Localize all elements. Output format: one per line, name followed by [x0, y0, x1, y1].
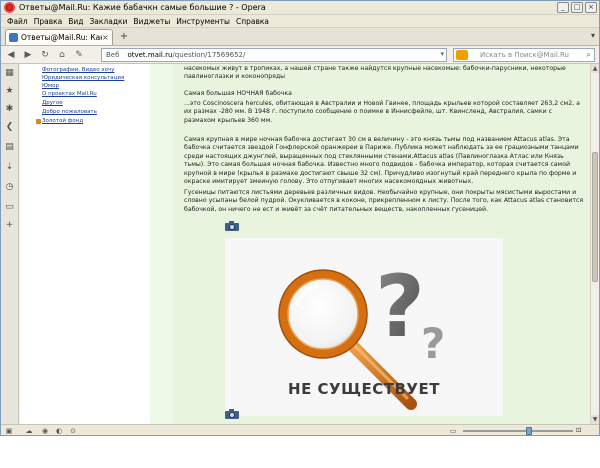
menu-view[interactable]: Вид	[68, 17, 83, 26]
scroll-down-icon[interactable]: ▼	[591, 415, 599, 424]
window-controls: _ □ ×	[557, 2, 597, 13]
menu-edit[interactable]: Правка	[34, 17, 63, 26]
menu-bar: Файл Правка Вид Закладки Виджеты Инструм…	[1, 15, 599, 28]
zoom-slider-track[interactable]	[463, 430, 573, 432]
answer-paragraph-0: насекомых живут в тропиках, а нашей стра…	[184, 65, 566, 81]
close-button[interactable]: ×	[585, 2, 597, 13]
tab-active[interactable]: Ответы@Mail.Ru: Какн... ×	[5, 29, 113, 45]
svg-text:?: ?	[375, 257, 425, 357]
sidebar-link-other[interactable]: Другое	[42, 100, 63, 106]
menu-file[interactable]: Файл	[7, 17, 28, 26]
address-toolbar: ◀ ▶ ↻ ⌂ ✎ Веб otvet.mail.ru/question/175…	[1, 46, 599, 64]
back-icon[interactable]: ◀	[4, 48, 18, 62]
menu-bookmarks[interactable]: Закладки	[90, 17, 128, 26]
minimize-button[interactable]: _	[557, 2, 569, 13]
tab-bar: Ответы@Mail.Ru: Какн... × + ▾	[1, 28, 599, 46]
answer-text-column: насекомых живут в тропиках, а нашей стра…	[174, 64, 590, 424]
address-dropdown-icon[interactable]: ▾	[440, 50, 444, 58]
downloads-icon[interactable]: ⇣	[4, 162, 15, 173]
menu-help[interactable]: Справка	[236, 17, 269, 26]
menu-widgets[interactable]: Виджеты	[133, 17, 170, 26]
answer-paragraph-3: Гусеницы питаются листьями деревьев разл…	[184, 189, 584, 213]
zoom-slider-knob[interactable]	[526, 427, 532, 435]
answer-paragraph-2: Самая крупная в мире ночная бабочка дост…	[184, 136, 579, 186]
view-icon[interactable]: ▭	[449, 427, 457, 435]
sidebar-link-welcome[interactable]: Добро пожаловать	[42, 109, 97, 115]
vertical-scrollbar[interactable]: ▲ ▼	[590, 64, 599, 424]
scroll-thumb[interactable]	[592, 152, 598, 282]
history-icon[interactable]: ◷	[4, 182, 15, 193]
tab-close-icon[interactable]: ×	[102, 33, 112, 42]
sidebar-link-projects[interactable]: О проектах Mail.Ru	[42, 91, 97, 97]
side-panel: ▦ ★ ✱ ❮ ▤ ⇣ ◷ ▭ +	[1, 64, 19, 424]
search-field[interactable]: Искать в Поиск@Mail.Ru ⌕	[453, 48, 595, 62]
question-mark-large-icon: ?	[375, 257, 425, 357]
share-icon[interactable]: ❮	[4, 122, 15, 133]
speed-dial-icon[interactable]: ▦	[4, 68, 15, 79]
bookmarks-star-icon[interactable]: ★	[4, 86, 15, 97]
browser-window: Ответы@Mail.Ru: Кажие бабачкн самые боль…	[0, 0, 600, 436]
sidebar-link-photo[interactable]: Фотографии, Видео хочу	[42, 67, 115, 73]
search-placeholder: Искать в Поиск@Mail.Ru	[480, 51, 569, 59]
link-icon[interactable]: ⊙	[69, 427, 77, 435]
search-icon[interactable]: ⌕	[587, 50, 591, 60]
address-url: otvet.mail.ru/question/17569652/	[127, 51, 245, 59]
sidebar-link-humor[interactable]: Юмор	[42, 83, 59, 89]
answer-paragraph-1: ...это Coscinoscera hercules, обитающая …	[184, 100, 580, 124]
forward-icon[interactable]: ▶	[21, 48, 35, 62]
not-found-image: ? ? НЕ СУЩЕСТВУЕТ	[225, 238, 503, 416]
wand-icon[interactable]: ✎	[72, 48, 86, 62]
tab-menu-icon[interactable]: ▾	[591, 31, 595, 40]
address-field[interactable]: Веб otvet.mail.ru/question/17569652/ ▾	[101, 48, 447, 62]
image-caption: НЕ СУЩЕСТВУЕТ	[288, 380, 440, 398]
sidebar-link-legal[interactable]: Юридическая консультация	[42, 75, 124, 81]
add-panel-icon[interactable]: +	[4, 220, 15, 231]
gold-fund-icon	[36, 119, 41, 124]
camera-icon-2[interactable]	[225, 409, 239, 419]
opera-logo-icon	[4, 2, 15, 13]
menu-tools[interactable]: Инструменты	[176, 17, 230, 26]
maximize-button[interactable]: □	[571, 2, 583, 13]
page-content: Фотографии, Видео хочу Юридическая консу…	[20, 64, 590, 424]
tab-label: Ответы@Mail.Ru: Какн...	[21, 33, 102, 42]
notes-icon[interactable]: ▤	[4, 142, 15, 153]
scroll-up-icon[interactable]: ▲	[591, 64, 599, 73]
panel-toggle-icon[interactable]: ▣	[5, 427, 13, 435]
camera-icon[interactable]	[225, 221, 239, 231]
search-engine-icon[interactable]	[456, 50, 468, 60]
unite-icon[interactable]: ◉	[41, 427, 49, 435]
turbo-icon[interactable]: ◐	[55, 427, 63, 435]
sidebar-link-gold-fund[interactable]: Золотой фонд	[42, 118, 83, 124]
content-gutter	[150, 64, 174, 424]
home-icon[interactable]: ⌂	[55, 48, 69, 62]
cloud-icon[interactable]: ☁	[25, 427, 33, 435]
address-site-label: Веб	[106, 51, 120, 59]
new-tab-button[interactable]: +	[117, 30, 131, 44]
answer-heading-night-moth: Самая большая НОЧНАЯ бабочка	[184, 90, 292, 97]
links-icon[interactable]: ▭	[4, 202, 15, 213]
status-bar: ▣ ☁ ◉ ◐ ⊙ ▭ ⊡	[1, 424, 599, 435]
url-host: otvet.mail.ru	[127, 51, 173, 59]
window-title: Ответы@Mail.Ru: Кажие бабачкн самые боль…	[19, 3, 266, 12]
widgets-gear-icon[interactable]: ✱	[4, 104, 15, 115]
title-bar[interactable]: Ответы@Mail.Ru: Кажие бабачкн самые боль…	[1, 1, 599, 15]
question-mark-small-icon: ?	[421, 319, 445, 368]
mailru-favicon-icon	[9, 33, 18, 42]
url-path: /question/17569652/	[172, 51, 246, 59]
reload-icon[interactable]: ↻	[38, 48, 52, 62]
svg-text:?: ?	[421, 319, 445, 368]
left-category-column: Фотографии, Видео хочу Юридическая консу…	[20, 64, 150, 424]
zoom-fit-icon[interactable]: ⊡	[576, 426, 581, 434]
